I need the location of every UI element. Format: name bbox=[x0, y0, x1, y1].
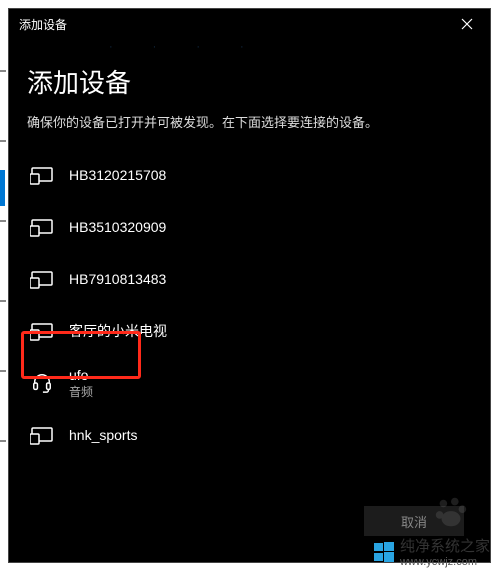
device-item[interactable]: HB3120215708 bbox=[27, 149, 472, 201]
device-name: hnk_sports bbox=[69, 427, 137, 444]
titlebar: 添加设备 bbox=[9, 9, 490, 39]
ghost-tab-hints: ···· bbox=[109, 41, 244, 53]
close-button[interactable] bbox=[452, 9, 482, 39]
display-icon bbox=[29, 214, 55, 240]
device-text: 客厅的小米电视 bbox=[69, 323, 167, 340]
device-list: HB3120215708 HB3510320909 HB7910813483 bbox=[27, 149, 472, 461]
device-item[interactable]: HB3510320909 bbox=[27, 201, 472, 253]
device-item[interactable]: 客厅的小米电视 bbox=[27, 305, 472, 357]
device-name: HB3120215708 bbox=[69, 167, 166, 184]
display-icon bbox=[29, 422, 55, 448]
cancel-button-label: 取消 bbox=[401, 512, 427, 531]
dialog-content: 添加设备 确保你的设备已打开并可被发现。在下面选择要连接的设备。 HB31202… bbox=[9, 39, 490, 461]
device-name: HB7910813483 bbox=[69, 271, 166, 288]
device-name: ufo bbox=[69, 367, 93, 384]
watermark-url: www.ycwjz.com bbox=[400, 556, 490, 568]
display-icon bbox=[29, 266, 55, 292]
headset-icon bbox=[29, 370, 55, 396]
watermark-brand: 纯净系统之家 bbox=[400, 538, 490, 555]
background-selection-bar bbox=[0, 170, 5, 206]
display-icon bbox=[29, 318, 55, 344]
watermark-text: 纯净系统之家 www.ycwjz.com bbox=[400, 535, 490, 568]
titlebar-title: 添加设备 bbox=[19, 16, 67, 33]
paw-watermark-icon bbox=[432, 494, 470, 532]
display-icon bbox=[29, 162, 55, 188]
device-text: HB7910813483 bbox=[69, 271, 166, 288]
device-item[interactable]: HB7910813483 bbox=[27, 253, 472, 305]
device-subtext: 音频 bbox=[69, 385, 93, 399]
background-edge-marks bbox=[0, 0, 10, 572]
device-item[interactable]: ufo 音频 bbox=[27, 357, 472, 409]
device-item[interactable]: hnk_sports bbox=[27, 409, 472, 461]
dialog-subtext: 确保你的设备已打开并可被发现。在下面选择要连接的设备。 bbox=[27, 112, 472, 131]
close-icon bbox=[461, 18, 473, 30]
add-device-dialog: 添加设备 ···· 添加设备 确保你的设备已打开并可被发现。在下面选择要连接的设… bbox=[8, 8, 491, 563]
device-text: hnk_sports bbox=[69, 427, 137, 444]
device-text: HB3120215708 bbox=[69, 167, 166, 184]
windows-logo-icon bbox=[374, 542, 394, 562]
device-name: HB3510320909 bbox=[69, 219, 166, 236]
device-text: ufo 音频 bbox=[69, 367, 93, 399]
device-name: 客厅的小米电视 bbox=[69, 323, 167, 340]
device-text: HB3510320909 bbox=[69, 219, 166, 236]
dialog-heading: 添加设备 bbox=[27, 63, 472, 100]
watermark: 纯净系统之家 www.ycwjz.com bbox=[374, 535, 490, 568]
